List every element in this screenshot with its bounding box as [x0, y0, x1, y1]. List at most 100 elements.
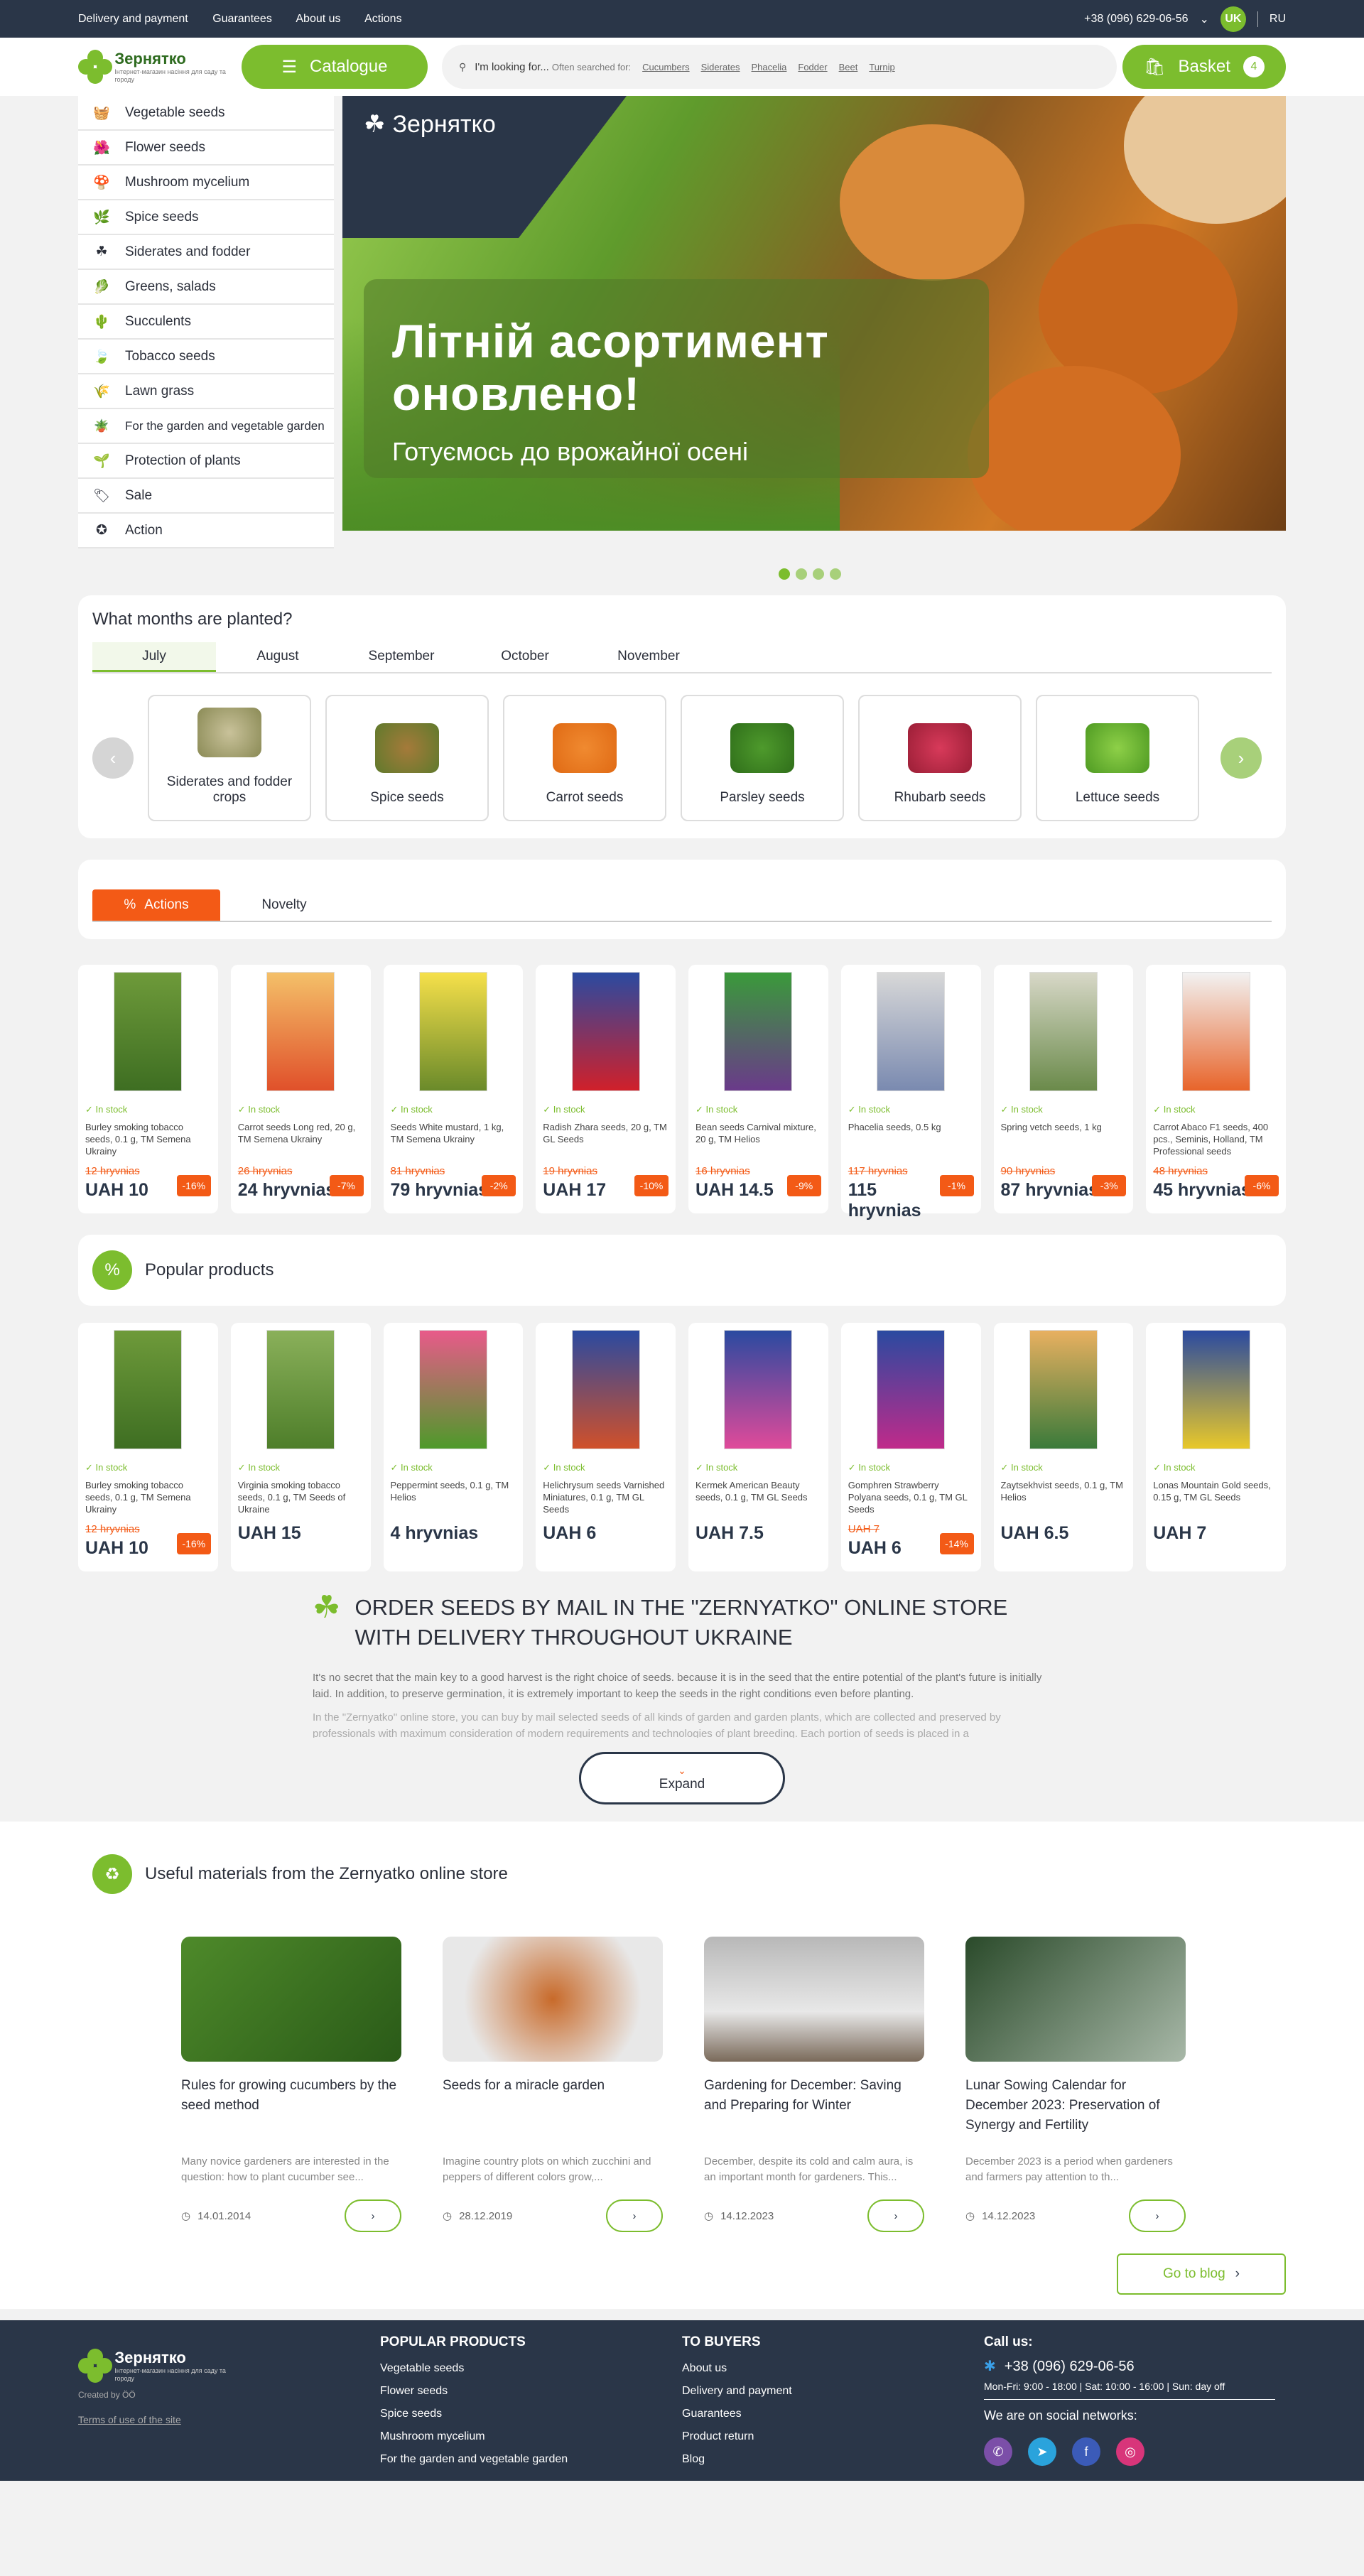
top-link-guarantees[interactable]: Guarantees: [212, 13, 272, 25]
top-phone[interactable]: +38 (096) 629-06-56: [1084, 13, 1188, 26]
sidebar-item-tobacco[interactable]: 🍃 Tobacco seeds: [78, 340, 334, 374]
lang-uk-button[interactable]: UK: [1220, 6, 1246, 32]
search-tag[interactable]: Cucumbers: [642, 62, 689, 72]
category-card[interactable]: Spice seeds: [325, 695, 489, 821]
read-more-button[interactable]: ›: [345, 2199, 401, 2232]
slider-dot[interactable]: [813, 568, 824, 580]
carousel-prev-button[interactable]: ‹: [92, 737, 134, 779]
slider-dot[interactable]: [796, 568, 807, 580]
sidebar-item-greens[interactable]: 🥬 Greens, salads: [78, 270, 334, 305]
sidebar-item-vegetable-seeds[interactable]: 🧺 Vegetable seeds: [78, 96, 334, 131]
sidebar-item-sale[interactable]: 🏷 Sale: [78, 479, 334, 514]
sidebar-item-lawn[interactable]: 🌾 Lawn grass: [78, 374, 334, 409]
product-name[interactable]: Carrot seeds Long red, 20 g, TM Semena U…: [238, 1121, 364, 1158]
viber-icon[interactable]: ✆: [984, 2437, 1012, 2466]
tab-novelty[interactable]: Novelty: [220, 889, 348, 921]
product-name[interactable]: Zaytsekhvist seeds, 0.1 g, TM Helios: [1001, 1479, 1127, 1516]
product-card[interactable]: ✓ In stock Virginia smoking tobacco seeds…: [230, 1323, 371, 1571]
search-bar[interactable]: ⚲ I'm looking for... Often searched for:…: [442, 45, 1117, 89]
post-title[interactable]: Rules for growing cucumbers by the seed …: [181, 2076, 401, 2140]
footer-link[interactable]: For the garden and vegetable garden: [380, 2448, 682, 2471]
product-name[interactable]: Lonas Mountain Gold seeds, 0.15 g, TM GL…: [1153, 1479, 1279, 1516]
tab-november[interactable]: November: [587, 642, 710, 672]
telegram-icon[interactable]: ➤: [1028, 2437, 1056, 2466]
product-card[interactable]: ✓ In stock Radish Zhara seeds, 20 g, TM G…: [536, 965, 676, 1213]
footer-link[interactable]: About us: [682, 2357, 984, 2380]
product-name[interactable]: Radish Zhara seeds, 20 g, TM GL Seeds: [543, 1121, 669, 1158]
footer-link[interactable]: Blog: [682, 2448, 984, 2471]
footer-link[interactable]: Flower seeds: [380, 2380, 682, 2403]
hero-banner[interactable]: ☘ Зернятко Літній асортимент оновлено! Го…: [342, 96, 1286, 531]
product-card[interactable]: ✓ In stock Phacelia seeds, 0.5 kg 117 hryv…: [840, 965, 981, 1221]
tab-july[interactable]: July: [92, 642, 216, 672]
product-card[interactable]: ✓ In stock Helichrysum seeds Varnished Mi…: [536, 1323, 676, 1571]
category-card[interactable]: Parsley seeds: [681, 695, 844, 821]
blog-post-card[interactable]: Gardening for December: Saving and Prepa…: [704, 1937, 924, 2232]
search-tag[interactable]: Phacelia: [752, 62, 787, 72]
carousel-next-button[interactable]: ›: [1220, 737, 1262, 779]
product-card[interactable]: ✓ In stock Spring vetch seeds, 1 kg 90 hry…: [993, 965, 1134, 1213]
sidebar-item-spice[interactable]: 🌿 Spice seeds: [78, 200, 334, 235]
top-link-delivery[interactable]: Delivery and payment: [78, 13, 188, 25]
sidebar-item-protection[interactable]: 🌱 Protection of plants: [78, 444, 334, 479]
slider-dot[interactable]: [779, 568, 790, 580]
footer-logo[interactable]: Зернятко Інтернет-магазин насіння для са…: [78, 2349, 234, 2383]
product-name[interactable]: Seeds White mustard, 1 kg, TM Semena Ukr…: [391, 1121, 516, 1158]
sidebar-item-mushroom[interactable]: 🍄 Mushroom mycelium: [78, 166, 334, 200]
category-card[interactable]: Siderates and fodder crops: [148, 695, 311, 821]
blog-post-card[interactable]: Seeds for a miracle garden Imagine count…: [443, 1937, 663, 2232]
sidebar-item-siderates[interactable]: ☘ Siderates and fodder: [78, 235, 334, 270]
read-more-button[interactable]: ›: [1129, 2199, 1186, 2232]
sidebar-item-garden[interactable]: 🪴 For the garden and vegetable garden: [78, 409, 334, 444]
category-card[interactable]: Rhubarb seeds: [858, 695, 1022, 821]
product-card[interactable]: ✓ In stock Burley smoking tobacco seeds, …: [78, 1323, 218, 1571]
product-card[interactable]: ✓ In stock Peppermint seeds, 0.1 g, TM He…: [383, 1323, 524, 1571]
footer-link[interactable]: Vegetable seeds: [380, 2357, 682, 2380]
blog-post-card[interactable]: Lunar Sowing Calendar for December 2023:…: [965, 1937, 1186, 2232]
expand-button[interactable]: ⌄ Expand: [579, 1752, 785, 1804]
facebook-icon[interactable]: f: [1072, 2437, 1100, 2466]
search-input[interactable]: I'm looking for...: [475, 61, 549, 73]
slider-dot[interactable]: [830, 568, 841, 580]
product-card[interactable]: ✓ In stock Seeds White mustard, 1 kg, TM …: [383, 965, 524, 1213]
terms-link[interactable]: Terms of use of the site: [78, 2414, 380, 2425]
product-name[interactable]: Virginia smoking tobacco seeds, 0.1 g, T…: [238, 1479, 364, 1516]
product-card[interactable]: ✓ In stock Gomphren Strawberry Polyana se…: [840, 1323, 981, 1571]
read-more-button[interactable]: ›: [867, 2199, 924, 2232]
product-card[interactable]: ✓ In stock Lonas Mountain Gold seeds, 0.1…: [1146, 1323, 1286, 1571]
footer-phone[interactable]: ✱ +38 (096) 629-06-56: [984, 2357, 1286, 2375]
product-name[interactable]: Burley smoking tobacco seeds, 0.1 g, TM …: [85, 1479, 211, 1516]
tab-september[interactable]: September: [340, 642, 463, 672]
product-name[interactable]: Spring vetch seeds, 1 kg: [1001, 1121, 1127, 1158]
go-to-blog-button[interactable]: Go to blog ›: [1117, 2253, 1286, 2295]
tab-august[interactable]: August: [216, 642, 340, 672]
sidebar-item-action[interactable]: ✪ Action: [78, 514, 334, 548]
instagram-icon[interactable]: ◎: [1116, 2437, 1144, 2466]
blog-post-card[interactable]: Rules for growing cucumbers by the seed …: [181, 1937, 401, 2232]
footer-link[interactable]: Mushroom mycelium: [380, 2425, 682, 2448]
post-title[interactable]: Lunar Sowing Calendar for December 2023:…: [965, 2076, 1186, 2140]
footer-link[interactable]: Spice seeds: [380, 2403, 682, 2425]
product-card[interactable]: ✓ In stock Carrot seeds Long red, 20 g, T…: [230, 965, 371, 1213]
post-title[interactable]: Seeds for a miracle garden: [443, 2076, 663, 2140]
product-card[interactable]: ✓ In stock Carrot Abaco F1 seeds, 400 pcs…: [1146, 965, 1286, 1213]
post-title[interactable]: Gardening for December: Saving and Prepa…: [704, 2076, 924, 2140]
tab-actions[interactable]: % Actions: [92, 889, 220, 921]
product-name[interactable]: Peppermint seeds, 0.1 g, TM Helios: [391, 1479, 516, 1516]
category-card[interactable]: Carrot seeds: [503, 695, 666, 821]
product-name[interactable]: Helichrysum seeds Varnished Miniatures, …: [543, 1479, 669, 1516]
logo[interactable]: Зернятко Інтернет-магазин насіння для са…: [78, 50, 234, 84]
footer-link[interactable]: Product return: [682, 2425, 984, 2448]
product-card[interactable]: ✓ In stock Burley smoking tobacco seeds, …: [78, 965, 218, 1213]
catalog-button[interactable]: ☰ Catalogue: [242, 45, 428, 89]
footer-link[interactable]: Guarantees: [682, 2403, 984, 2425]
product-card[interactable]: ✓ In stock Zaytsekhvist seeds, 0.1 g, TM …: [993, 1323, 1134, 1571]
search-tag[interactable]: Beet: [839, 62, 858, 72]
product-name[interactable]: Burley smoking tobacco seeds, 0.1 g, TM …: [85, 1121, 211, 1158]
search-tag[interactable]: Fodder: [798, 62, 827, 72]
product-name[interactable]: Gomphren Strawberry Polyana seeds, 0.1 g…: [848, 1479, 974, 1516]
product-name[interactable]: Phacelia seeds, 0.5 kg: [848, 1121, 974, 1158]
basket-button[interactable]: 🛍 Basket 4: [1122, 45, 1286, 89]
product-name[interactable]: Bean seeds Carnival mixture, 20 g, TM He…: [695, 1121, 821, 1158]
product-name[interactable]: Kermek American Beauty seeds, 0.1 g, TM …: [695, 1479, 821, 1516]
